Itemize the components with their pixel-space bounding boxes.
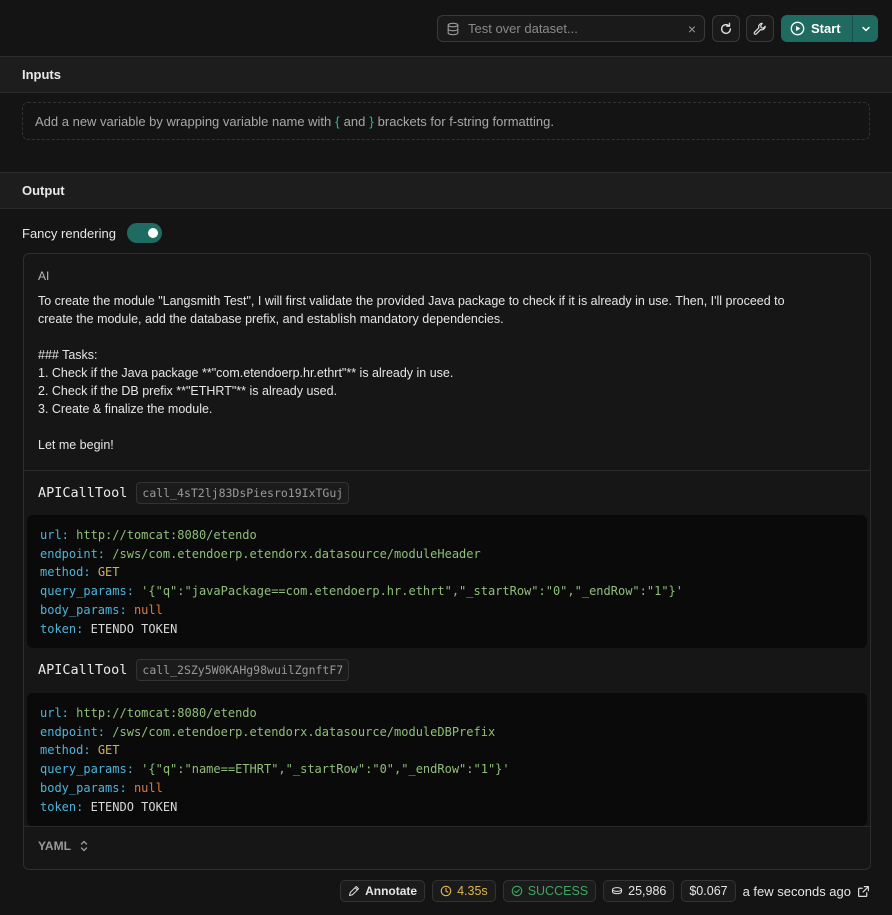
fancy-rendering-row: Fancy rendering xyxy=(22,222,162,244)
code-line: query_params: '{"q":"name==ETHRT","_star… xyxy=(40,762,510,777)
tool-call-args: url: http://tomcat:8080/etendo endpoint:… xyxy=(27,693,867,826)
tool-call-header: APICallTool call_2SZy5W0KAHg98wuilZgnftF… xyxy=(38,658,350,682)
timestamp-link[interactable]: a few seconds ago xyxy=(743,884,870,899)
close-brace: } xyxy=(369,113,374,129)
toggle-knob xyxy=(147,228,158,238)
latency-badge: 4.35s xyxy=(432,880,496,902)
fancy-rendering-toggle[interactable] xyxy=(126,223,162,243)
clock-icon xyxy=(440,885,452,897)
tool-call-id: call_4sT2lj83DsPiesro19IxTGuj xyxy=(136,482,350,504)
token-count-badge: 25,986 xyxy=(603,880,675,902)
message-line xyxy=(38,418,858,436)
start-label: Start xyxy=(811,21,841,36)
tool-call-id: call_2SZy5W0KAHg98wuilZgnftF7 xyxy=(136,659,350,681)
message-line: ### Tasks: xyxy=(38,348,98,362)
inputs-hint-and: and xyxy=(343,113,366,129)
code-line: token: ETENDO TOKEN xyxy=(40,799,178,814)
tool-name: APICallTool xyxy=(38,662,128,678)
message-line: 1. Check if the Java package **"com.eten… xyxy=(38,366,454,380)
output-section-header: Output xyxy=(0,172,892,209)
divider xyxy=(24,470,870,471)
play-circle-icon xyxy=(790,21,805,36)
open-brace: { xyxy=(335,113,340,129)
output-message-card: AI To create the module "Langsmith Test"… xyxy=(23,253,871,870)
message-line xyxy=(38,328,858,346)
run-stats-bar: Annotate 4.35s SUCCESS 25,986 $0.067 a f… xyxy=(340,880,870,902)
inputs-placeholder: Add a new variable by wrapping variable … xyxy=(22,102,870,140)
code-line: endpoint: /sws/com.etendoerp.etendorx.da… xyxy=(40,724,496,739)
top-toolbar: × Start xyxy=(0,0,892,57)
inputs-hint-after: brackets for f-string formatting. xyxy=(377,113,554,129)
message-line: To create the module "Langsmith Test", I… xyxy=(38,294,785,308)
annotate-label: Annotate xyxy=(365,884,418,898)
start-button[interactable]: Start xyxy=(781,15,878,42)
status-value: SUCCESS xyxy=(527,884,589,898)
start-main[interactable]: Start xyxy=(781,15,852,42)
fancy-rendering-label: Fancy rendering xyxy=(22,225,116,241)
ai-message: To create the module "Langsmith Test", I… xyxy=(38,292,858,454)
cost-value: $0.067 xyxy=(689,884,728,898)
start-dropdown[interactable] xyxy=(852,15,878,42)
pencil-icon xyxy=(349,885,360,897)
inputs-title: Inputs xyxy=(22,67,61,82)
message-line: 3. Create & finalize the module. xyxy=(38,402,213,416)
code-line: method: GET xyxy=(40,743,120,758)
refresh-icon xyxy=(720,22,732,34)
output-title: Output xyxy=(22,183,65,198)
format-label: YAML xyxy=(38,839,71,853)
message-line: Let me begin! xyxy=(38,438,114,452)
clear-icon[interactable]: × xyxy=(688,21,696,37)
code-line: endpoint: /sws/com.etendoerp.etendorx.da… xyxy=(40,546,481,561)
tool-call-args: url: http://tomcat:8080/etendo endpoint:… xyxy=(27,515,867,648)
tool-name: APICallTool xyxy=(38,485,128,501)
divider xyxy=(24,826,870,827)
code-line: query_params: '{"q":"javaPackage==com.et… xyxy=(40,584,684,599)
tool-call-header: APICallTool call_4sT2lj83DsPiesro19IxTGu… xyxy=(38,481,350,505)
settings-button[interactable] xyxy=(746,15,774,42)
dataset-search[interactable]: × xyxy=(437,15,705,42)
timestamp: a few seconds ago xyxy=(742,883,851,899)
annotate-button[interactable]: Annotate xyxy=(340,880,426,902)
code-line: url: http://tomcat:8080/etendo xyxy=(40,706,257,720)
code-line: url: http://tomcat:8080/etendo xyxy=(40,528,257,542)
external-link-icon xyxy=(858,885,869,897)
code-line: token: ETENDO TOKEN xyxy=(40,621,178,636)
role-label: AI xyxy=(38,269,50,283)
database-icon xyxy=(447,22,459,35)
wrench-icon xyxy=(753,22,766,35)
message-line: create the module, add the database pref… xyxy=(38,312,504,326)
latency-value: 4.35s xyxy=(457,884,488,898)
code-line: body_params: null xyxy=(40,780,163,795)
inputs-hint-before: Add a new variable by wrapping variable … xyxy=(35,113,332,129)
coins-icon xyxy=(612,887,623,895)
code-line: body_params: null xyxy=(40,602,163,617)
token-count: 25,986 xyxy=(628,884,667,898)
chevron-up-down-icon xyxy=(80,840,88,852)
status-badge: SUCCESS xyxy=(502,880,597,902)
check-circle-icon xyxy=(511,885,522,897)
refresh-button[interactable] xyxy=(712,15,740,42)
chevron-down-icon xyxy=(861,26,870,31)
message-line: 2. Check if the DB prefix **"ETHRT"** is… xyxy=(38,384,338,398)
format-select[interactable]: YAML xyxy=(38,839,89,853)
cost-badge: $0.067 xyxy=(681,880,736,902)
inputs-section-header: Inputs xyxy=(0,56,892,93)
code-line: method: GET xyxy=(40,565,120,580)
dataset-search-input[interactable] xyxy=(468,21,682,36)
